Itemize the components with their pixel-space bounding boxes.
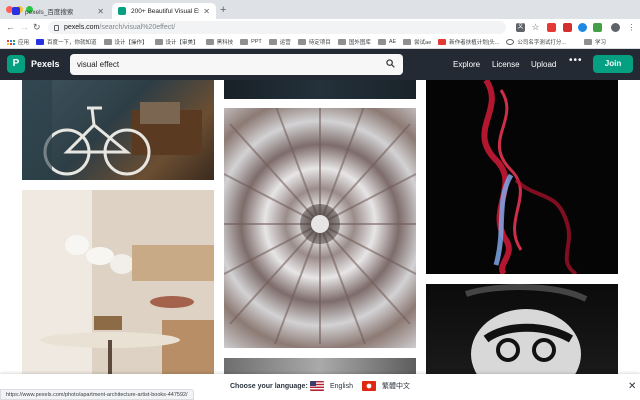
bookmark-label: 设计【操作】 — [114, 40, 148, 46]
bookmark-folder[interactable]: 运营 — [268, 38, 291, 46]
join-button[interactable]: Join — [593, 55, 633, 73]
bookmark-folder[interactable]: 设计【审美】 — [154, 38, 199, 46]
apps-grid-icon — [7, 39, 15, 45]
pexels-logo-icon[interactable]: P — [7, 55, 25, 73]
folder-icon — [583, 39, 592, 45]
folder-icon — [103, 39, 112, 45]
tab-title: pexels_百度搜索 — [25, 9, 74, 16]
bookmark-label: AE — [388, 39, 397, 45]
globe-icon — [506, 39, 515, 45]
extension-icon[interactable] — [563, 23, 572, 32]
bookmark-label: 设计【审美】 — [165, 40, 199, 46]
link-status-url: https://www.pexels.com/photo/apartment-a… — [0, 389, 194, 400]
close-icon[interactable]: ✕ — [628, 381, 636, 392]
lock-icon — [54, 24, 59, 31]
bookmark-item[interactable]: 公司名字测试打分... — [506, 38, 566, 46]
folder-icon — [268, 39, 277, 45]
folder-icon — [337, 39, 346, 45]
url-path: /search/visual%20effect/ — [99, 24, 176, 31]
photo-partial-gray[interactable] — [224, 358, 416, 374]
nav-upload[interactable]: Upload — [531, 60, 556, 69]
bookmark-label: 公司名字测试打分... — [517, 40, 566, 46]
hk-flag-icon — [362, 381, 376, 391]
baidu-favicon-icon — [12, 7, 20, 15]
photo-kaleidoscope-flower[interactable] — [224, 108, 416, 348]
folder-icon — [377, 39, 386, 45]
extension-icon[interactable] — [547, 23, 556, 32]
language-option-english[interactable]: English — [310, 381, 353, 391]
nav-explore[interactable]: Explore — [453, 60, 480, 69]
bookmark-label: 学习 — [594, 40, 606, 46]
address-bar[interactable]: pexels.com /search/visual%20effect/ — [48, 21, 506, 34]
language-option-traditional-chinese[interactable]: 繁體中文 — [362, 381, 410, 391]
star-icon[interactable]: ☆ — [531, 23, 540, 32]
translate-icon[interactable]: 文 — [516, 23, 525, 32]
back-arrow-icon[interactable]: ← — [6, 21, 15, 33]
folder-icon — [297, 39, 306, 45]
bookmark-label: 新作者扶植计划|头... — [449, 40, 500, 46]
photo-interior-room[interactable] — [22, 190, 214, 374]
photo-bicycle-vintage[interactable] — [22, 80, 214, 180]
profile-avatar-icon[interactable] — [611, 23, 620, 32]
forward-arrow-icon[interactable]: → — [20, 21, 29, 33]
site-header: P Pexels Explore License Upload ••• Join — [0, 49, 640, 80]
language-label: 繁體中文 — [382, 383, 410, 390]
browser-tab-strip: pexels_百度搜索 ✕ 200+ Beautiful Visual Effe… — [0, 0, 640, 19]
photo-red-smoke[interactable] — [426, 80, 618, 274]
bookmark-favicon-icon — [438, 39, 447, 45]
bookmark-folder[interactable]: 黑科技 — [205, 38, 234, 46]
search-input[interactable] — [77, 58, 377, 71]
bookmark-folder-other[interactable]: 学习 — [583, 38, 606, 46]
bookmark-folder[interactable]: 尝试ae — [403, 38, 431, 46]
folder-icon — [205, 39, 214, 45]
extension-icon[interactable] — [578, 23, 587, 32]
close-tab-icon[interactable]: ✕ — [203, 7, 210, 16]
bookmark-folder[interactable]: 待定项目 — [297, 38, 331, 46]
bookmark-item[interactable]: 新作者扶植计划|头... — [438, 38, 499, 46]
language-prompt: Choose your language: — [230, 383, 308, 390]
tab-title: 200+ Beautiful Visual Effect Photos — [131, 7, 199, 15]
bookmark-label: 国外图库 — [348, 40, 371, 46]
browser-toolbar: ← → ↻ pexels.com /search/visual%20effect… — [0, 19, 640, 36]
url-host: pexels.com — [64, 24, 100, 31]
pexels-favicon-icon — [118, 7, 126, 15]
search-icon[interactable] — [386, 59, 395, 68]
bookmark-item[interactable]: 百度一下，你就知道 — [36, 38, 97, 46]
nav-license[interactable]: License — [492, 60, 520, 69]
menu-kebab-icon[interactable]: ⋮ — [627, 23, 636, 32]
close-tab-icon[interactable]: ✕ — [97, 7, 104, 16]
bookmark-label: 百度一下，你就知道 — [47, 40, 97, 46]
bookmark-label: 运营 — [279, 40, 291, 46]
search-box[interactable] — [70, 54, 403, 75]
new-tab-button[interactable]: + — [220, 3, 226, 17]
brand-name[interactable]: Pexels — [31, 59, 60, 69]
bookmark-folder[interactable]: 国外图库 — [337, 38, 371, 46]
tab-pexels[interactable]: 200+ Beautiful Visual Effect Photos ✕ — [112, 3, 216, 19]
us-flag-icon — [310, 381, 324, 391]
tab-baidu[interactable]: pexels_百度搜索 ✕ — [6, 3, 110, 19]
photo-dark-scene[interactable] — [224, 80, 416, 99]
extension-icon[interactable] — [593, 23, 602, 32]
more-menu-icon[interactable]: ••• — [569, 55, 583, 66]
photo-bw-portrait[interactable] — [426, 284, 618, 374]
bookmark-label: 尝试ae — [414, 40, 432, 46]
language-label: English — [330, 382, 353, 390]
bookmark-folder[interactable]: 设计【操作】 — [103, 38, 148, 46]
bookmark-folder[interactable]: PPT — [240, 39, 262, 45]
bookmark-apps[interactable]: 应用 — [7, 38, 29, 46]
baidu-icon — [36, 39, 45, 45]
bookmark-folder[interactable]: AE — [377, 39, 397, 45]
folder-icon — [154, 39, 163, 45]
folder-icon — [240, 39, 249, 45]
bookmark-label: 黑科技 — [216, 40, 234, 46]
reload-icon[interactable]: ↻ — [33, 21, 41, 33]
folder-icon — [403, 39, 412, 45]
bookmark-label: PPT — [251, 39, 262, 45]
bookmark-label: 待定项目 — [308, 40, 331, 46]
bookmarks-bar: 应用 百度一下，你就知道 设计【操作】 设计【审美】 黑科技 PPT 运营 待定… — [0, 36, 640, 49]
bookmark-label: 应用 — [18, 40, 30, 46]
